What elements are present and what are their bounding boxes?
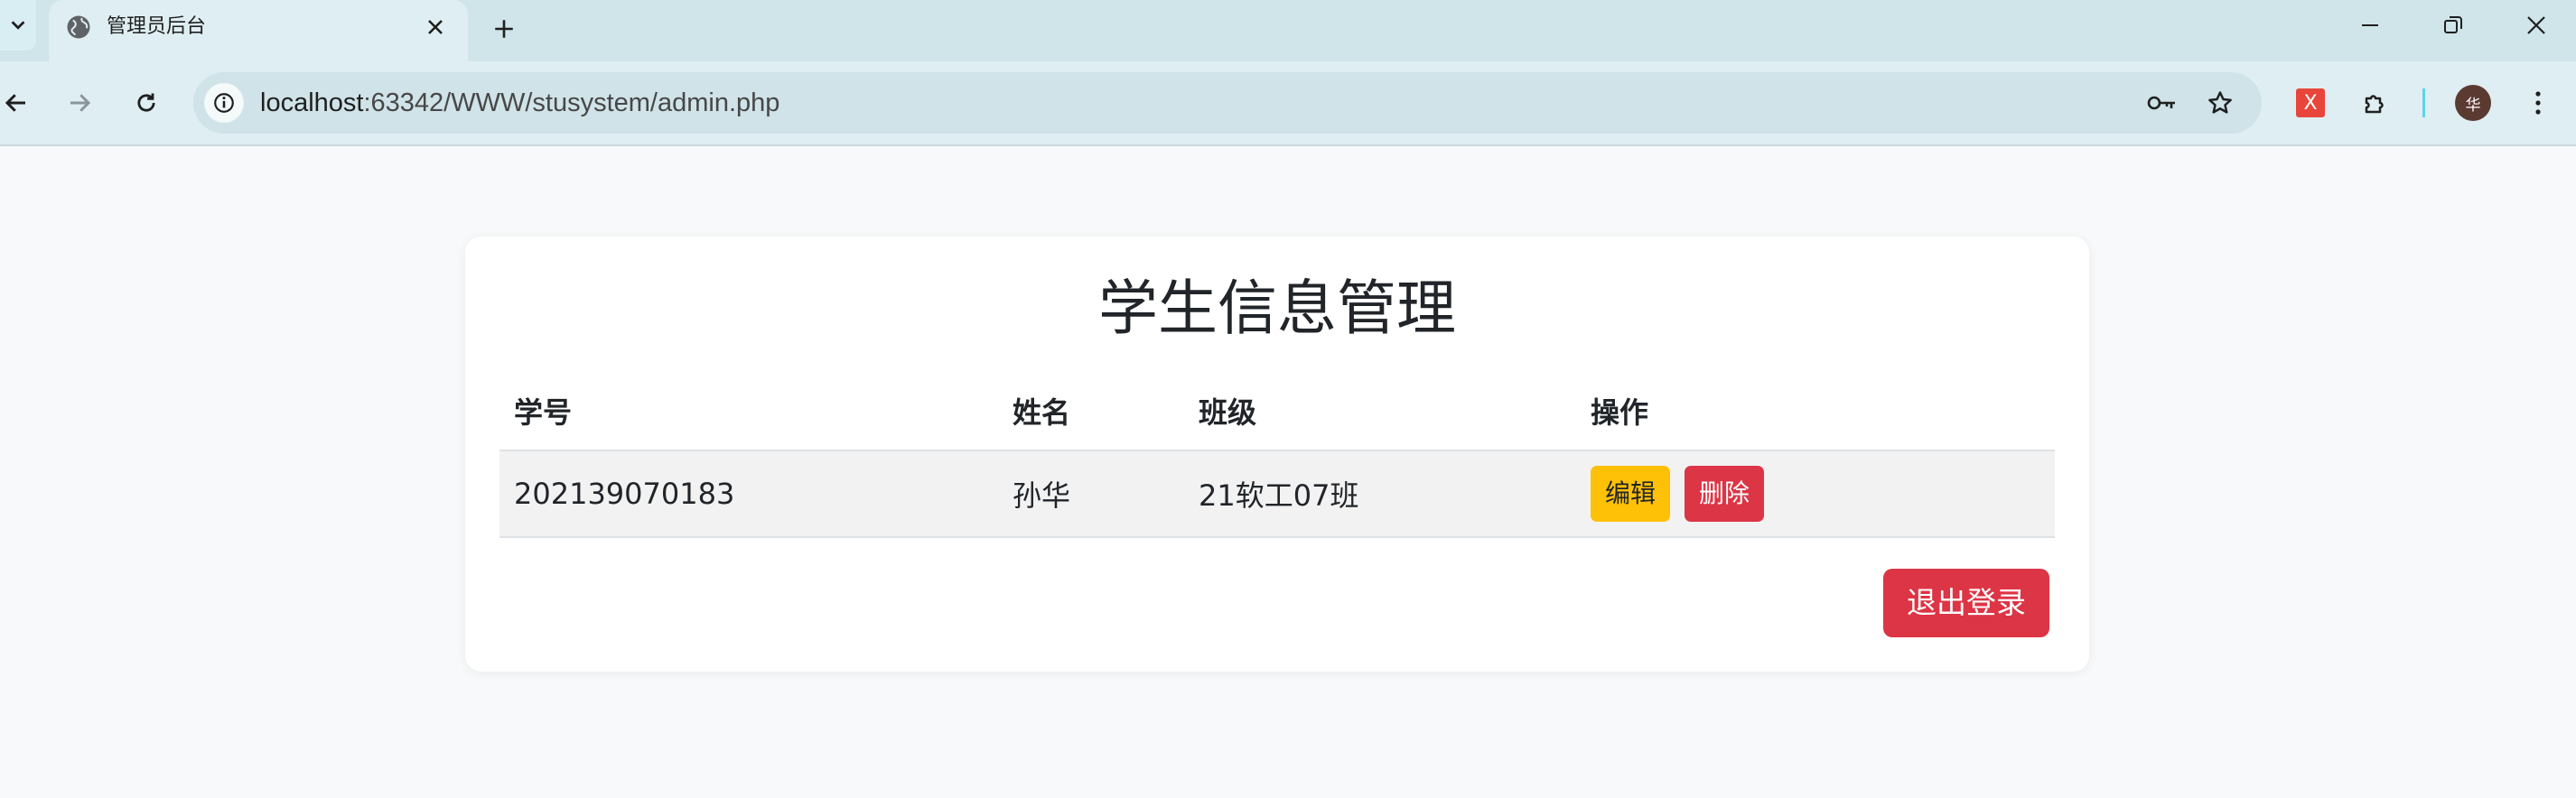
close-icon — [428, 20, 443, 34]
back-button[interactable] — [0, 83, 36, 123]
tab-strip: 管理员后台 — [0, 0, 2576, 61]
new-tab-button[interactable] — [488, 13, 520, 45]
star-icon — [2208, 91, 2232, 114]
cell-name: 孙华 — [998, 450, 1184, 538]
student-table: 学号 姓名 班级 操作 202139070183 孙华 21软工07班 编辑 删除 — [499, 372, 2055, 538]
url-host: localhost — [260, 88, 364, 117]
delete-button[interactable]: 删除 — [1685, 466, 1765, 522]
active-tab[interactable]: 管理员后台 — [49, 0, 468, 61]
table-row: 202139070183 孙华 21软工07班 编辑 删除 — [499, 450, 2055, 538]
tab-close-button[interactable] — [421, 13, 450, 42]
minimize-icon — [2362, 24, 2378, 26]
avatar: 华 — [2455, 85, 2491, 121]
extension-button[interactable]: X — [2291, 83, 2330, 123]
restore-button[interactable] — [2410, 0, 2497, 51]
globe-icon — [67, 15, 90, 39]
student-management-card: 学生信息管理 学号 姓名 班级 操作 202139070183 孙华 21软工0… — [465, 237, 2089, 672]
reload-icon — [137, 93, 155, 112]
forward-arrow-icon — [70, 94, 91, 112]
logout-button[interactable]: 退出登录 — [1883, 569, 2049, 637]
more-vert-icon — [2535, 91, 2541, 115]
bookmark-star-button[interactable] — [2200, 83, 2240, 123]
page-title: 学生信息管理 — [1098, 274, 1456, 343]
cell-student-id: 202139070183 — [499, 450, 998, 538]
forward-button[interactable] — [60, 83, 99, 123]
url-text: localhost:63342/WWW/stusystem/admin.php — [260, 87, 779, 119]
header-name: 姓名 — [998, 372, 1184, 451]
back-arrow-icon — [5, 94, 25, 112]
key-icon — [2147, 96, 2175, 110]
address-bar[interactable]: localhost:63342/WWW/stusystem/admin.php — [193, 72, 2262, 134]
plus-icon — [495, 20, 513, 38]
profile-button[interactable]: 华 — [2453, 83, 2493, 123]
extensions-menu-button[interactable] — [2356, 83, 2395, 123]
header-class: 班级 — [1184, 372, 1576, 451]
url-path: :63342/WWW/stusystem/admin.php — [363, 88, 780, 117]
reload-button[interactable] — [126, 83, 166, 123]
window-close-button[interactable] — [2493, 0, 2576, 51]
extension-x-icon: X — [2296, 88, 2325, 117]
restore-icon — [2444, 16, 2462, 33]
info-icon — [214, 93, 234, 113]
site-info-button[interactable] — [204, 83, 244, 123]
minimize-button[interactable] — [2327, 0, 2413, 51]
browser-toolbar: localhost:63342/WWW/stusystem/admin.php … — [0, 61, 2576, 146]
table-header-row: 学号 姓名 班级 操作 — [499, 372, 2055, 451]
edit-button[interactable]: 编辑 — [1591, 466, 1671, 522]
tab-search-button[interactable] — [0, 0, 36, 51]
header-student-id: 学号 — [499, 372, 998, 451]
puzzle-icon — [2365, 95, 2384, 114]
cell-class: 21软工07班 — [1184, 450, 1576, 538]
password-key-button[interactable] — [2142, 83, 2182, 123]
menu-button[interactable] — [2518, 83, 2558, 123]
toolbar-divider — [2422, 88, 2425, 117]
close-icon — [2527, 16, 2545, 34]
cell-actions: 编辑 删除 — [1576, 450, 2055, 538]
tab-title: 管理员后台 — [107, 15, 207, 38]
chevron-down-icon — [11, 21, 25, 30]
header-actions: 操作 — [1576, 372, 2055, 451]
